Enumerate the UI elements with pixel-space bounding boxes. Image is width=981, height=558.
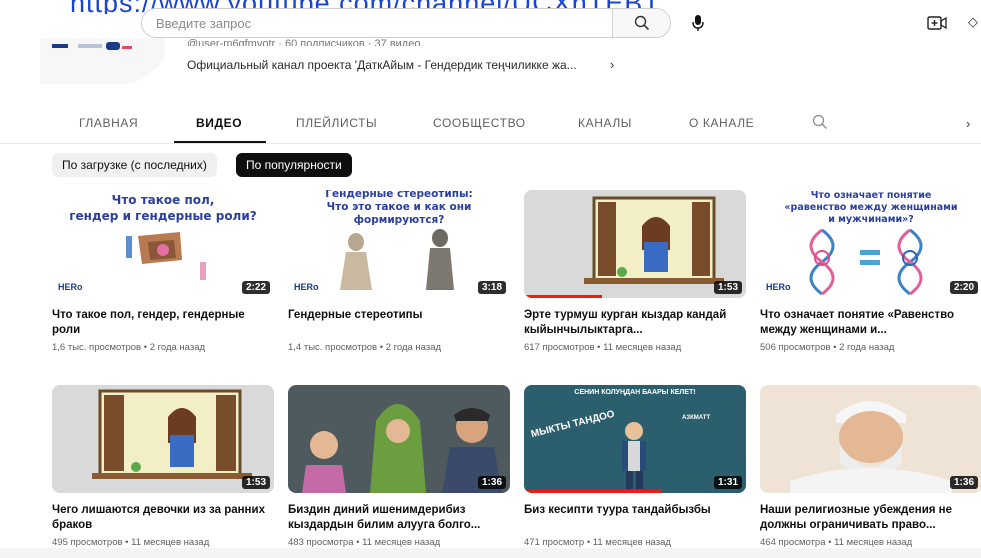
- brand-logo: HERo: [294, 282, 319, 292]
- video-title[interactable]: Что означает понятие «Равенство между же…: [760, 308, 981, 338]
- tab-videos[interactable]: ВИДЕО: [196, 116, 242, 130]
- elder-man-illustration: [760, 385, 981, 493]
- microphone-icon: [692, 15, 704, 31]
- video-duration: 1:53: [241, 476, 270, 489]
- career-choice-illustration: [524, 385, 746, 493]
- tab-channels[interactable]: КАНАЛЫ: [578, 116, 632, 130]
- video-card[interactable]: 1:53 Чего лишаются девочки из за ранних …: [52, 385, 274, 548]
- video-card[interactable]: СЕНИН КОЛУҢДАН БААРЫ КЕЛЕТ! МЫКТЫ ТАНДОО…: [524, 385, 746, 548]
- video-title[interactable]: Биздин диний ишенимдерибиз кыздардын бил…: [288, 503, 510, 533]
- video-thumbnail[interactable]: Что означает понятие «равенство между же…: [760, 190, 981, 298]
- video-meta: 483 просмотра • 11 месяцев назад: [288, 537, 441, 548]
- video-card[interactable]: 1:36 Биздин диний ишенимдерибиз кыздарды…: [288, 385, 510, 548]
- chevron-right-icon[interactable]: ›: [966, 116, 970, 131]
- create-button[interactable]: [926, 12, 948, 34]
- girl-window-illustration: [52, 385, 274, 493]
- video-card[interactable]: 1:53 Эрте турмуш курган кыздар кандай кы…: [524, 190, 746, 353]
- sort-chip-popular[interactable]: По популярности: [236, 153, 352, 177]
- video-duration: 1:53: [713, 281, 742, 294]
- video-duration: 2:20: [949, 281, 978, 294]
- voice-search-button[interactable]: [685, 10, 711, 36]
- video-thumbnail[interactable]: 1:53: [52, 385, 274, 493]
- video-card[interactable]: Что такое пол, гендер и гендерные роли? …: [52, 190, 274, 353]
- video-card[interactable]: 1:36 Наши религиозные убеждения не должн…: [760, 385, 981, 548]
- tab-home[interactable]: ГЛАВНАЯ: [79, 116, 138, 130]
- video-duration: 1:36: [477, 476, 506, 489]
- video-meta: 506 просмотров • 2 года назад: [760, 342, 895, 353]
- channel-description[interactable]: Официальный канал проекта 'ДаткАйым - Ге…: [187, 58, 577, 72]
- thumbnail-text: СЕНИН КОЛУҢДАН БААРЫ КЕЛЕТ!: [574, 389, 696, 396]
- tab-community[interactable]: СООБЩЕСТВО: [433, 116, 526, 130]
- search-box: [141, 8, 671, 38]
- channel-tabs: ГЛАВНАЯ ВИДЕО ПЛЕЙЛИСТЫ СООБЩЕСТВО КАНАЛ…: [0, 104, 981, 144]
- video-meta: 1,6 тыс. просмотров • 2 года назад: [52, 342, 206, 353]
- video-title[interactable]: Наши религиозные убеждения не должны огр…: [760, 503, 981, 533]
- sort-chip-latest[interactable]: По загрузке (с последних): [52, 153, 217, 177]
- video-thumbnail[interactable]: 1:53: [524, 190, 746, 298]
- chevron-right-icon[interactable]: ›: [610, 57, 614, 72]
- video-title[interactable]: Биз кесипти туура тандайбызбы: [524, 503, 746, 533]
- video-thumbnail[interactable]: Что такое пол, гендер и гендерные роли? …: [52, 190, 274, 298]
- channel-stats: @user-m6gfmvotr · 60 подписчиков · 37 ви…: [187, 38, 421, 46]
- brand-logo: HERo: [58, 282, 83, 292]
- tab-about[interactable]: О КАНАЛЕ: [689, 116, 754, 130]
- video-meta: 617 просмотров • 11 месяцев назад: [524, 342, 682, 353]
- watch-progress: [524, 490, 662, 493]
- video-duration: 1:31: [713, 476, 742, 489]
- search-input[interactable]: [142, 9, 612, 37]
- video-thumbnail[interactable]: 1:36: [288, 385, 510, 493]
- video-meta: 495 просмотров • 11 месяцев назад: [52, 537, 210, 548]
- notifications-icon[interactable]: ◇: [968, 14, 978, 30]
- statues-illustration: [340, 229, 454, 290]
- search-icon: [812, 114, 827, 129]
- video-thumbnail[interactable]: Гендерные стереотипы: Что это такое и ка…: [288, 190, 510, 298]
- hands-illustration: [126, 232, 206, 280]
- active-tab-indicator: [174, 141, 266, 143]
- video-meta: 464 просмотра • 11 месяцев назад: [760, 537, 913, 548]
- girl-window-illustration: [524, 190, 746, 298]
- brand-logo: HERo: [766, 282, 791, 292]
- tab-playlists[interactable]: ПЛЕЙЛИСТЫ: [296, 116, 377, 130]
- video-meta: 471 просмотр • 11 месяцев назад: [524, 537, 671, 548]
- video-title[interactable]: Эрте турмуш курган кыздар кандай кыйынчы…: [524, 308, 746, 338]
- video-title[interactable]: Гендерные стереотипы: [288, 308, 510, 338]
- family-illustration: [288, 385, 510, 493]
- search-button[interactable]: [612, 9, 670, 37]
- equality-dna-illustration: [809, 228, 923, 296]
- video-duration: 3:18: [477, 281, 506, 294]
- video-meta: 1,4 тыс. просмотров • 2 года назад: [288, 342, 442, 353]
- page-bottom-edge: [0, 548, 981, 558]
- video-duration: 1:36: [949, 476, 978, 489]
- video-card[interactable]: Что означает понятие «равенство между же…: [760, 190, 981, 353]
- thumbnail-text: АЗКМАТТ: [682, 415, 711, 421]
- video-title[interactable]: Чего лишаются девочки из за ранних брако…: [52, 503, 274, 533]
- watch-progress: [524, 295, 602, 298]
- channel-logo: [40, 38, 165, 86]
- video-thumbnail[interactable]: СЕНИН КОЛУҢДАН БААРЫ КЕЛЕТ! МЫКТЫ ТАНДОО…: [524, 385, 746, 493]
- video-card[interactable]: Гендерные стереотипы: Что это такое и ка…: [288, 190, 510, 353]
- video-add-icon: [927, 16, 947, 30]
- video-title[interactable]: Что такое пол, гендер, гендерные роли: [52, 308, 274, 338]
- video-thumbnail[interactable]: 1:36: [760, 385, 981, 493]
- search-icon: [634, 15, 649, 31]
- video-duration: 2:22: [241, 281, 270, 294]
- channel-search-button[interactable]: [812, 114, 828, 135]
